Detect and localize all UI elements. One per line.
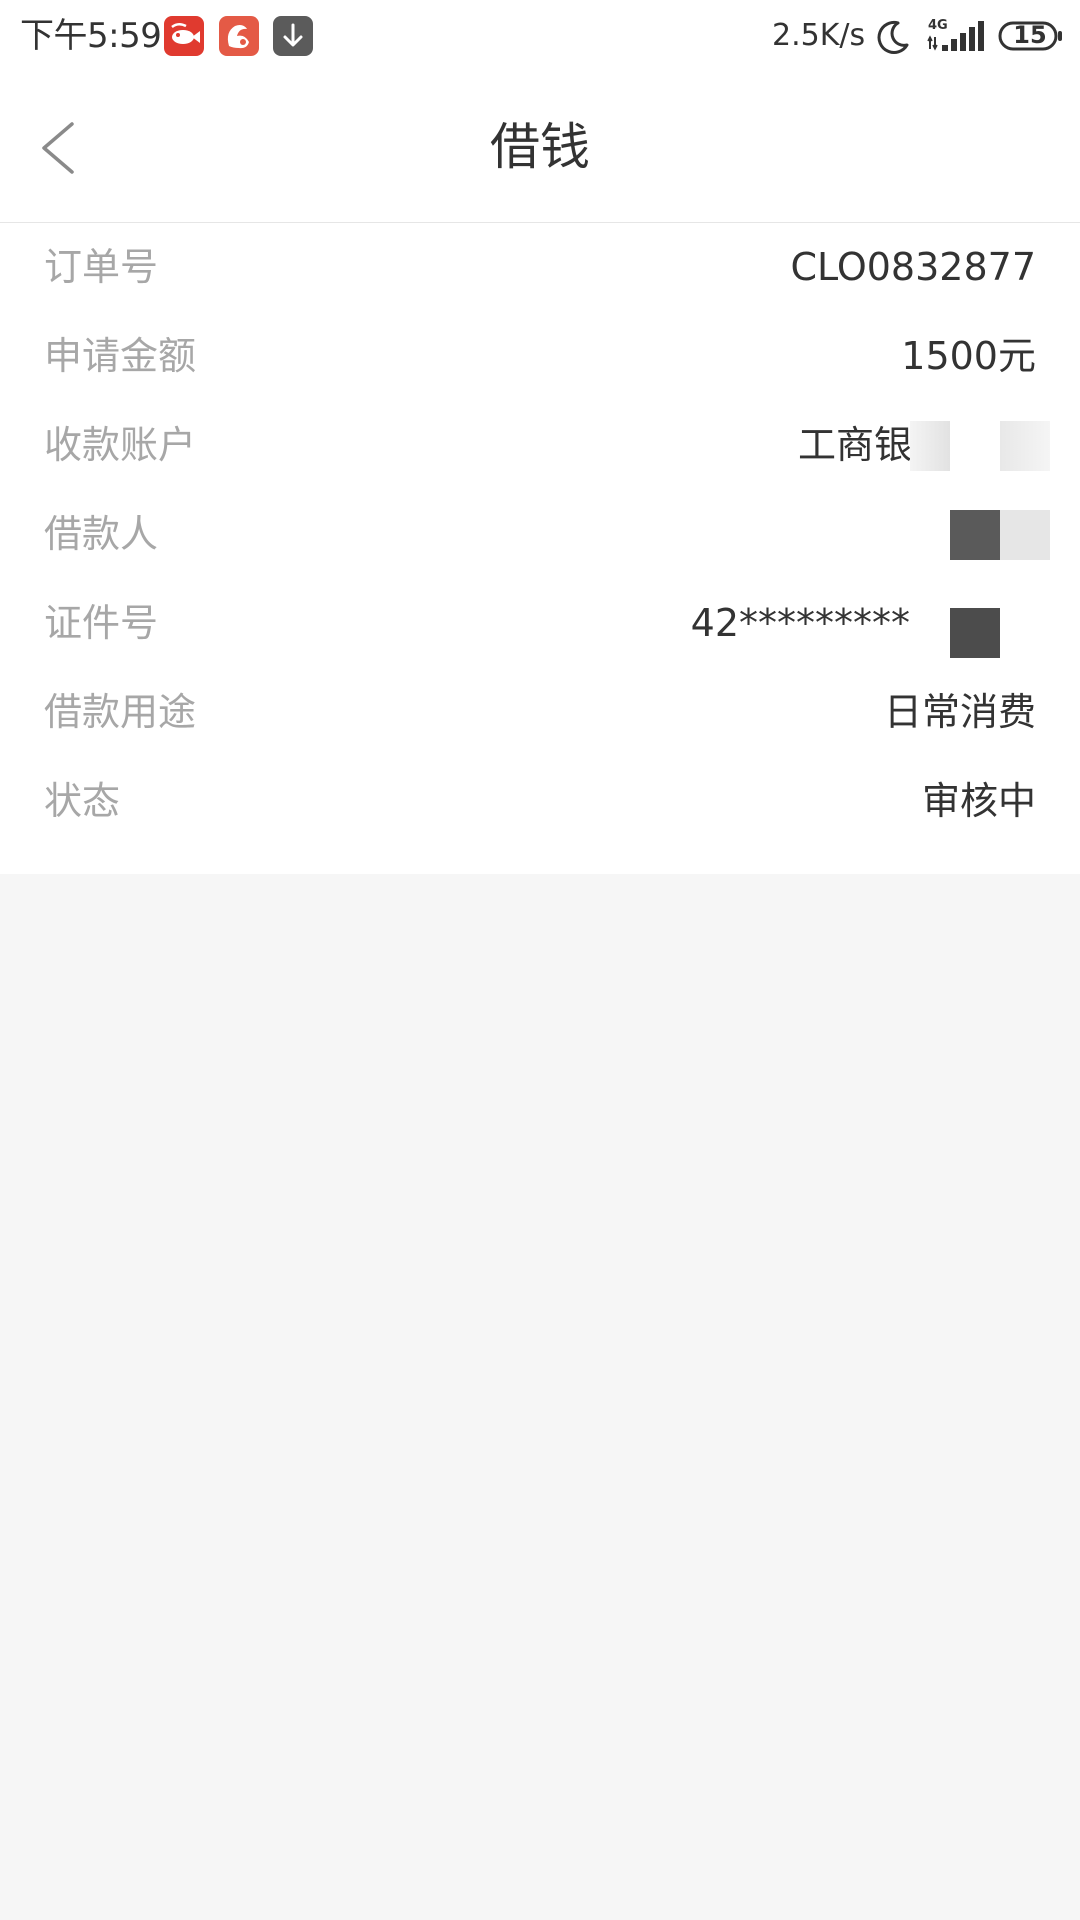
borrower-row: 借款人 [0, 490, 1080, 578]
id-number-label: 证件号 [44, 601, 159, 645]
chevron-left-icon [42, 122, 74, 174]
loan-detail-card: 订单号 CLO0832877 申请金额 1500元 收款账户 工商银行 借款人 … [0, 223, 1080, 874]
privacy-mask [1000, 421, 1050, 471]
amount-label: 申请金额 [44, 334, 197, 378]
order-number-label: 订单号 [44, 245, 159, 289]
borrower-label: 借款人 [44, 512, 159, 556]
privacy-mask [950, 510, 1000, 560]
account-row: 收款账户 工商银行 [0, 401, 1080, 489]
signal-icon: 4G [926, 15, 992, 59]
privacy-mask [950, 608, 1000, 658]
account-label: 收款账户 [44, 423, 197, 467]
status-time: 下午5:59 [20, 16, 162, 56]
status-value: 审核中 [921, 779, 1036, 823]
download-icon [273, 16, 313, 56]
order-number-row: 订单号 CLO0832877 [0, 223, 1080, 311]
network-speed: 2.5K/s [772, 18, 866, 53]
battery-level: 15 [1013, 21, 1047, 49]
id-number-row: 证件号 42********* [0, 579, 1080, 667]
status-row: 状态 审核中 [0, 757, 1080, 845]
nav-bar: 借钱 [0, 72, 1080, 223]
id-number-value: 42********* [690, 601, 910, 645]
moon-icon [872, 17, 912, 61]
uc-browser-icon [219, 16, 259, 56]
purpose-label: 借款用途 [44, 690, 197, 734]
amount-row: 申请金额 1500元 [0, 312, 1080, 400]
privacy-mask [1000, 510, 1050, 560]
page-title: 借钱 [490, 118, 590, 176]
network-type-label: 4G [928, 18, 948, 33]
back-button[interactable] [30, 112, 90, 182]
order-number-value: CLO0832877 [790, 245, 1037, 289]
status-label: 状态 [44, 779, 121, 823]
fish-app-icon [164, 16, 204, 56]
purpose-row: 借款用途 日常消费 [0, 668, 1080, 756]
amount-value: 1500元 [901, 334, 1036, 378]
purpose-value: 日常消费 [883, 690, 1036, 734]
privacy-mask [910, 421, 950, 471]
status-bar: 下午5:59 2.5K/s 4G 15 [0, 0, 1080, 72]
